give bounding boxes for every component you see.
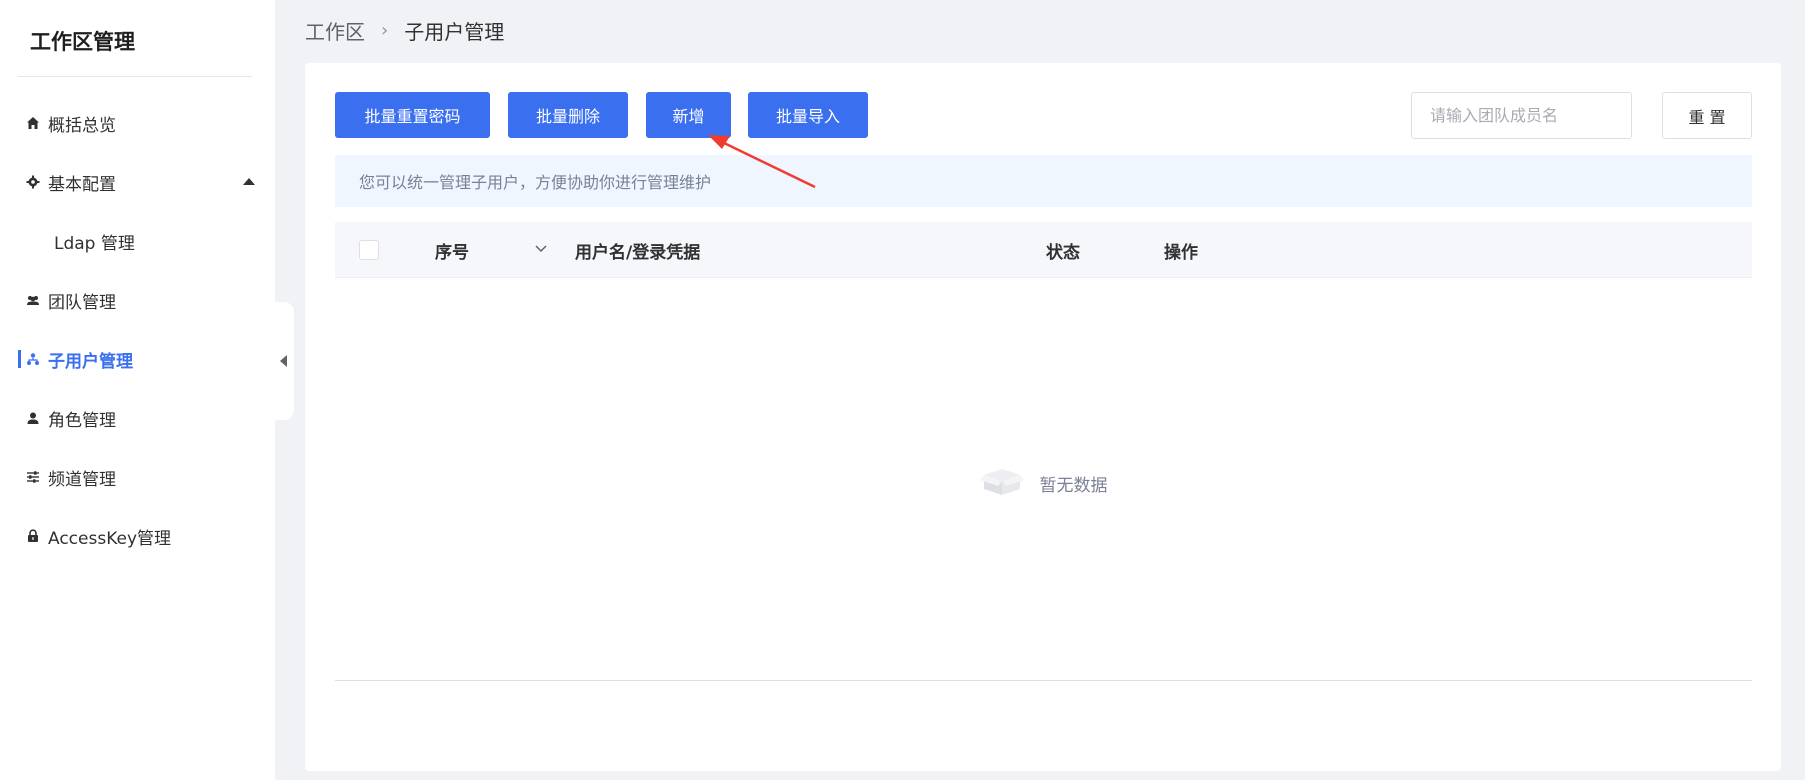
sidebar-item-label: 角色管理 (48, 410, 116, 431)
sidebar-item-accesskey[interactable]: AccessKey管理 (0, 516, 275, 556)
breadcrumb: 工作区 › 子用户管理 (305, 16, 504, 44)
sidebar-item-ldap[interactable]: Ldap 管理 (0, 221, 275, 261)
sidebar-item-label: 概括总览 (48, 115, 116, 136)
sidebar-item-label: 团队管理 (48, 292, 116, 313)
table-header: 序号 用户名/登录凭据 状态 操作 (335, 222, 1752, 278)
sidebar-title: 工作区管理 (30, 30, 135, 54)
sidebar-item-sub-user[interactable]: 子用户管理 (0, 339, 275, 379)
breadcrumb-workspace[interactable]: 工作区 (305, 16, 365, 45)
column-header-actions: 操作 (1164, 242, 1198, 263)
batch-delete-button[interactable]: 批量删除 (508, 92, 628, 138)
sidebar-item-channel[interactable]: 频道管理 (0, 457, 275, 497)
sidebar-item-label: 子用户管理 (48, 351, 133, 372)
lock-icon (26, 529, 40, 543)
main-card: 批量重置密码 批量删除 新增 批量导入 重 置 您可以统一管理子用户，方便协助你… (305, 63, 1781, 771)
home-icon (26, 116, 40, 130)
caret-up-icon (243, 178, 255, 185)
sidebar-item-overview[interactable]: 概括总览 (0, 103, 275, 143)
column-header-username: 用户名/登录凭据 (575, 242, 701, 263)
team-icon (26, 293, 40, 307)
info-banner: 您可以统一管理子用户，方便协助你进行管理维护 (335, 155, 1752, 207)
sidebar-item-label: Ldap 管理 (54, 233, 135, 254)
column-header-status: 状态 (1046, 242, 1080, 263)
column-header-index: 序号 (435, 242, 469, 263)
sidebar-collapse-handle[interactable] (272, 302, 294, 420)
collapse-left-icon (279, 355, 287, 367)
select-all-checkbox[interactable] (359, 240, 379, 260)
sidebar-item-role[interactable]: 角色管理 (0, 398, 275, 438)
search-input[interactable] (1411, 92, 1632, 139)
chevron-down-icon[interactable] (531, 238, 551, 258)
sidebar-divider (18, 76, 252, 77)
empty-box-icon (979, 465, 1024, 502)
reset-button[interactable]: 重 置 (1662, 92, 1752, 139)
sidebar-item-label: 基本配置 (48, 174, 116, 195)
sidebar-item-label: 频道管理 (48, 469, 116, 490)
batch-import-button[interactable]: 批量导入 (748, 92, 868, 138)
sidebar-item-basic-config[interactable]: 基本配置 (0, 162, 275, 202)
add-button[interactable]: 新增 (646, 92, 731, 138)
sidebar: 工作区管理 概括总览 基本配置 Ldap 管理 团队管理 子用户管理 角色管理 (0, 0, 275, 780)
sub-user-icon (26, 352, 40, 366)
gear-icon (26, 175, 40, 189)
user-icon (26, 411, 40, 425)
sidebar-item-label: AccessKey管理 (48, 528, 172, 549)
sliders-icon (26, 470, 40, 484)
table-empty-state: 暂无数据 (335, 279, 1752, 681)
empty-text: 暂无数据 (1039, 476, 1108, 496)
chevron-right-icon: › (381, 19, 389, 41)
batch-reset-password-button[interactable]: 批量重置密码 (335, 92, 490, 138)
breadcrumb-current: 子用户管理 (404, 19, 505, 44)
sidebar-item-team[interactable]: 团队管理 (0, 280, 275, 320)
